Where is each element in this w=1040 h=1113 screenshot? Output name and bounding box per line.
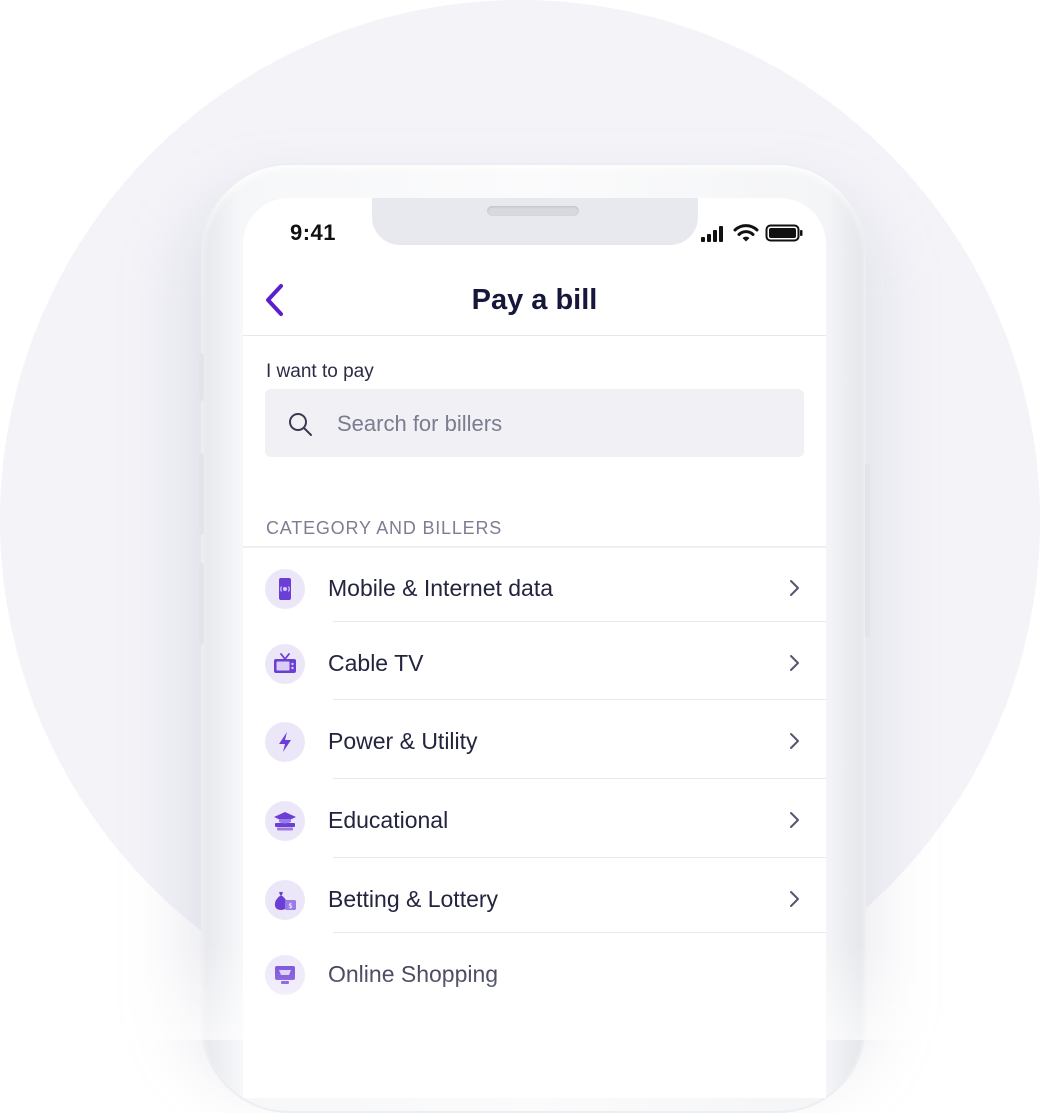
search-input[interactable] xyxy=(335,403,779,445)
graduation-cap-icon xyxy=(274,812,296,831)
status-time: 9:41 xyxy=(290,220,337,245)
navigation-bar: Pay a bill xyxy=(243,268,826,336)
category-label: Cable TV xyxy=(328,650,424,676)
category-label: Betting & Lottery xyxy=(328,886,499,912)
search-icon xyxy=(289,413,312,436)
category-icon-badge xyxy=(265,644,305,684)
chevron-right-icon xyxy=(790,733,799,749)
category-row-mobile-internet[interactable]: Mobile & Internet data xyxy=(243,548,826,626)
signal-icon xyxy=(701,226,723,242)
category-icon-badge: $ xyxy=(265,880,305,920)
phone-icon xyxy=(279,578,291,600)
chevron-right-icon xyxy=(790,655,799,671)
pay-field-label: I want to pay xyxy=(266,361,374,382)
section-heading: CATEGORY AND BILLERS xyxy=(266,518,503,538)
volume-down-button xyxy=(199,563,204,645)
category-icon-badge xyxy=(265,801,305,841)
category-label: Educational xyxy=(328,807,449,833)
volume-up-button xyxy=(199,453,204,535)
category-row-betting-lottery[interactable]: $ Betting & Lottery xyxy=(243,858,826,936)
page-title: Pay a bill xyxy=(471,284,598,316)
chevron-right-icon xyxy=(790,580,799,596)
notch xyxy=(372,198,698,245)
category-row-educational[interactable]: Educational xyxy=(243,779,826,858)
category-icon-badge xyxy=(265,955,305,995)
chevron-right-icon xyxy=(790,812,799,828)
category-label: Online Shopping xyxy=(328,961,499,987)
lightning-icon xyxy=(279,732,291,752)
battery-icon xyxy=(765,224,803,242)
tv-icon xyxy=(274,653,296,673)
category-label: Mobile & Internet data xyxy=(328,575,554,601)
category-row-online-shopping[interactable]: Online Shopping xyxy=(243,933,826,1011)
speaker-grille xyxy=(487,206,579,216)
silent-switch xyxy=(199,353,204,401)
phone-screen: 9:41 Pay a bill I want to pay Search for… xyxy=(243,198,826,1098)
status-icons xyxy=(700,222,810,244)
svg-text:$: $ xyxy=(288,902,292,910)
category-label: Power & Utility xyxy=(328,728,478,754)
chevron-right-icon xyxy=(790,891,799,907)
category-icon-badge xyxy=(265,569,305,609)
category-icon-badge xyxy=(265,722,305,762)
category-row-power-utility[interactable]: Power & Utility xyxy=(243,700,826,779)
biller-search-box[interactable] xyxy=(265,389,804,457)
power-button xyxy=(865,463,870,638)
shopping-cart-icon xyxy=(275,966,295,984)
category-row-cable-tv[interactable]: Cable TV xyxy=(243,622,826,700)
wifi-icon xyxy=(733,224,759,242)
money-bag-icon: $ xyxy=(274,892,296,910)
